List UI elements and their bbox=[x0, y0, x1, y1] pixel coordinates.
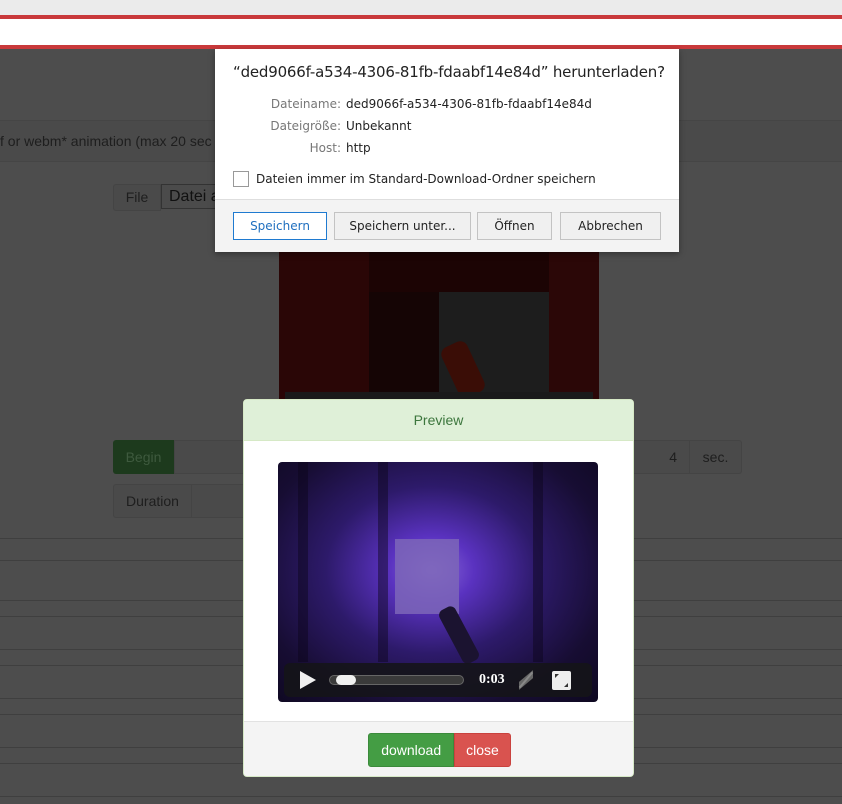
field-value: http bbox=[346, 141, 371, 155]
seek-slider[interactable] bbox=[329, 675, 464, 685]
video-frame-part bbox=[549, 252, 599, 400]
open-button[interactable]: Öffnen bbox=[477, 212, 552, 240]
field-label: Dateigröße: bbox=[270, 119, 341, 133]
preview-modal-title: Preview bbox=[244, 400, 633, 441]
fullscreen-icon[interactable] bbox=[551, 670, 571, 690]
preview-modal-footer: download close bbox=[244, 721, 633, 776]
download-dialog-footer: Speichern Speichern unter... Öffnen Abbr… bbox=[215, 199, 679, 252]
cancel-button[interactable]: Abbrechen bbox=[560, 212, 661, 240]
always-save-label[interactable]: Dateien immer im Standard-Download-Ordne… bbox=[256, 172, 596, 186]
file-addon-label: File bbox=[113, 184, 161, 211]
dialog-field-filename: Dateiname: ded9066f-a534-4306-81fb-fdaab… bbox=[215, 97, 679, 113]
file-input-group: File Datei a bbox=[113, 184, 221, 211]
duration-input-group: Duration bbox=[113, 484, 252, 518]
dialog-field-host: Host: http bbox=[215, 141, 679, 157]
field-value: ded9066f-a534-4306-81fb-fdaabf14e84d bbox=[346, 97, 592, 111]
download-button[interactable]: download bbox=[368, 733, 455, 767]
field-value: Unbekannt bbox=[346, 119, 412, 133]
notification-bar bbox=[0, 19, 842, 45]
video-time: 0:03 bbox=[479, 672, 505, 687]
divider bbox=[0, 796, 842, 797]
video-frame-part bbox=[378, 462, 388, 662]
begin-label: Begin bbox=[113, 440, 174, 474]
preview-modal: Preview 0:03 download close bbox=[243, 399, 634, 777]
mute-icon[interactable] bbox=[517, 671, 535, 689]
save-as-button[interactable]: Speichern unter... bbox=[334, 212, 471, 240]
file-chooser-button[interactable]: Datei a bbox=[161, 184, 221, 209]
video-frame-part bbox=[298, 462, 308, 662]
browser-top-bar bbox=[0, 0, 842, 15]
video-controls: 0:03 bbox=[284, 663, 592, 697]
field-label: Host: bbox=[309, 141, 341, 155]
always-save-checkbox[interactable] bbox=[233, 171, 249, 187]
close-button[interactable]: close bbox=[454, 733, 511, 767]
video-frame-part bbox=[279, 252, 369, 400]
save-button[interactable]: Speichern bbox=[233, 212, 327, 240]
preview-video-player[interactable]: 0:03 bbox=[278, 462, 598, 702]
video-frame-part bbox=[436, 604, 482, 666]
duration-label: Duration bbox=[113, 484, 192, 518]
instruction-text: f or webm* animation (max 20 sec bbox=[0, 133, 212, 149]
video-frame-part bbox=[533, 462, 543, 662]
background-video-player[interactable] bbox=[279, 252, 599, 400]
begin-unit-label: sec. bbox=[690, 440, 742, 474]
field-label: Dateiname: bbox=[270, 97, 341, 111]
seek-thumb[interactable] bbox=[336, 675, 356, 685]
video-frame-part bbox=[395, 539, 459, 614]
download-dialog: “ded9066f-a534-4306-81fb-fdaabf14e84d” h… bbox=[215, 49, 679, 252]
download-dialog-title: “ded9066f-a534-4306-81fb-fdaabf14e84d” h… bbox=[233, 63, 665, 81]
video-frame-part bbox=[369, 252, 549, 292]
dialog-field-filesize: Dateigröße: Unbekannt bbox=[215, 119, 679, 135]
play-icon[interactable] bbox=[300, 671, 316, 689]
